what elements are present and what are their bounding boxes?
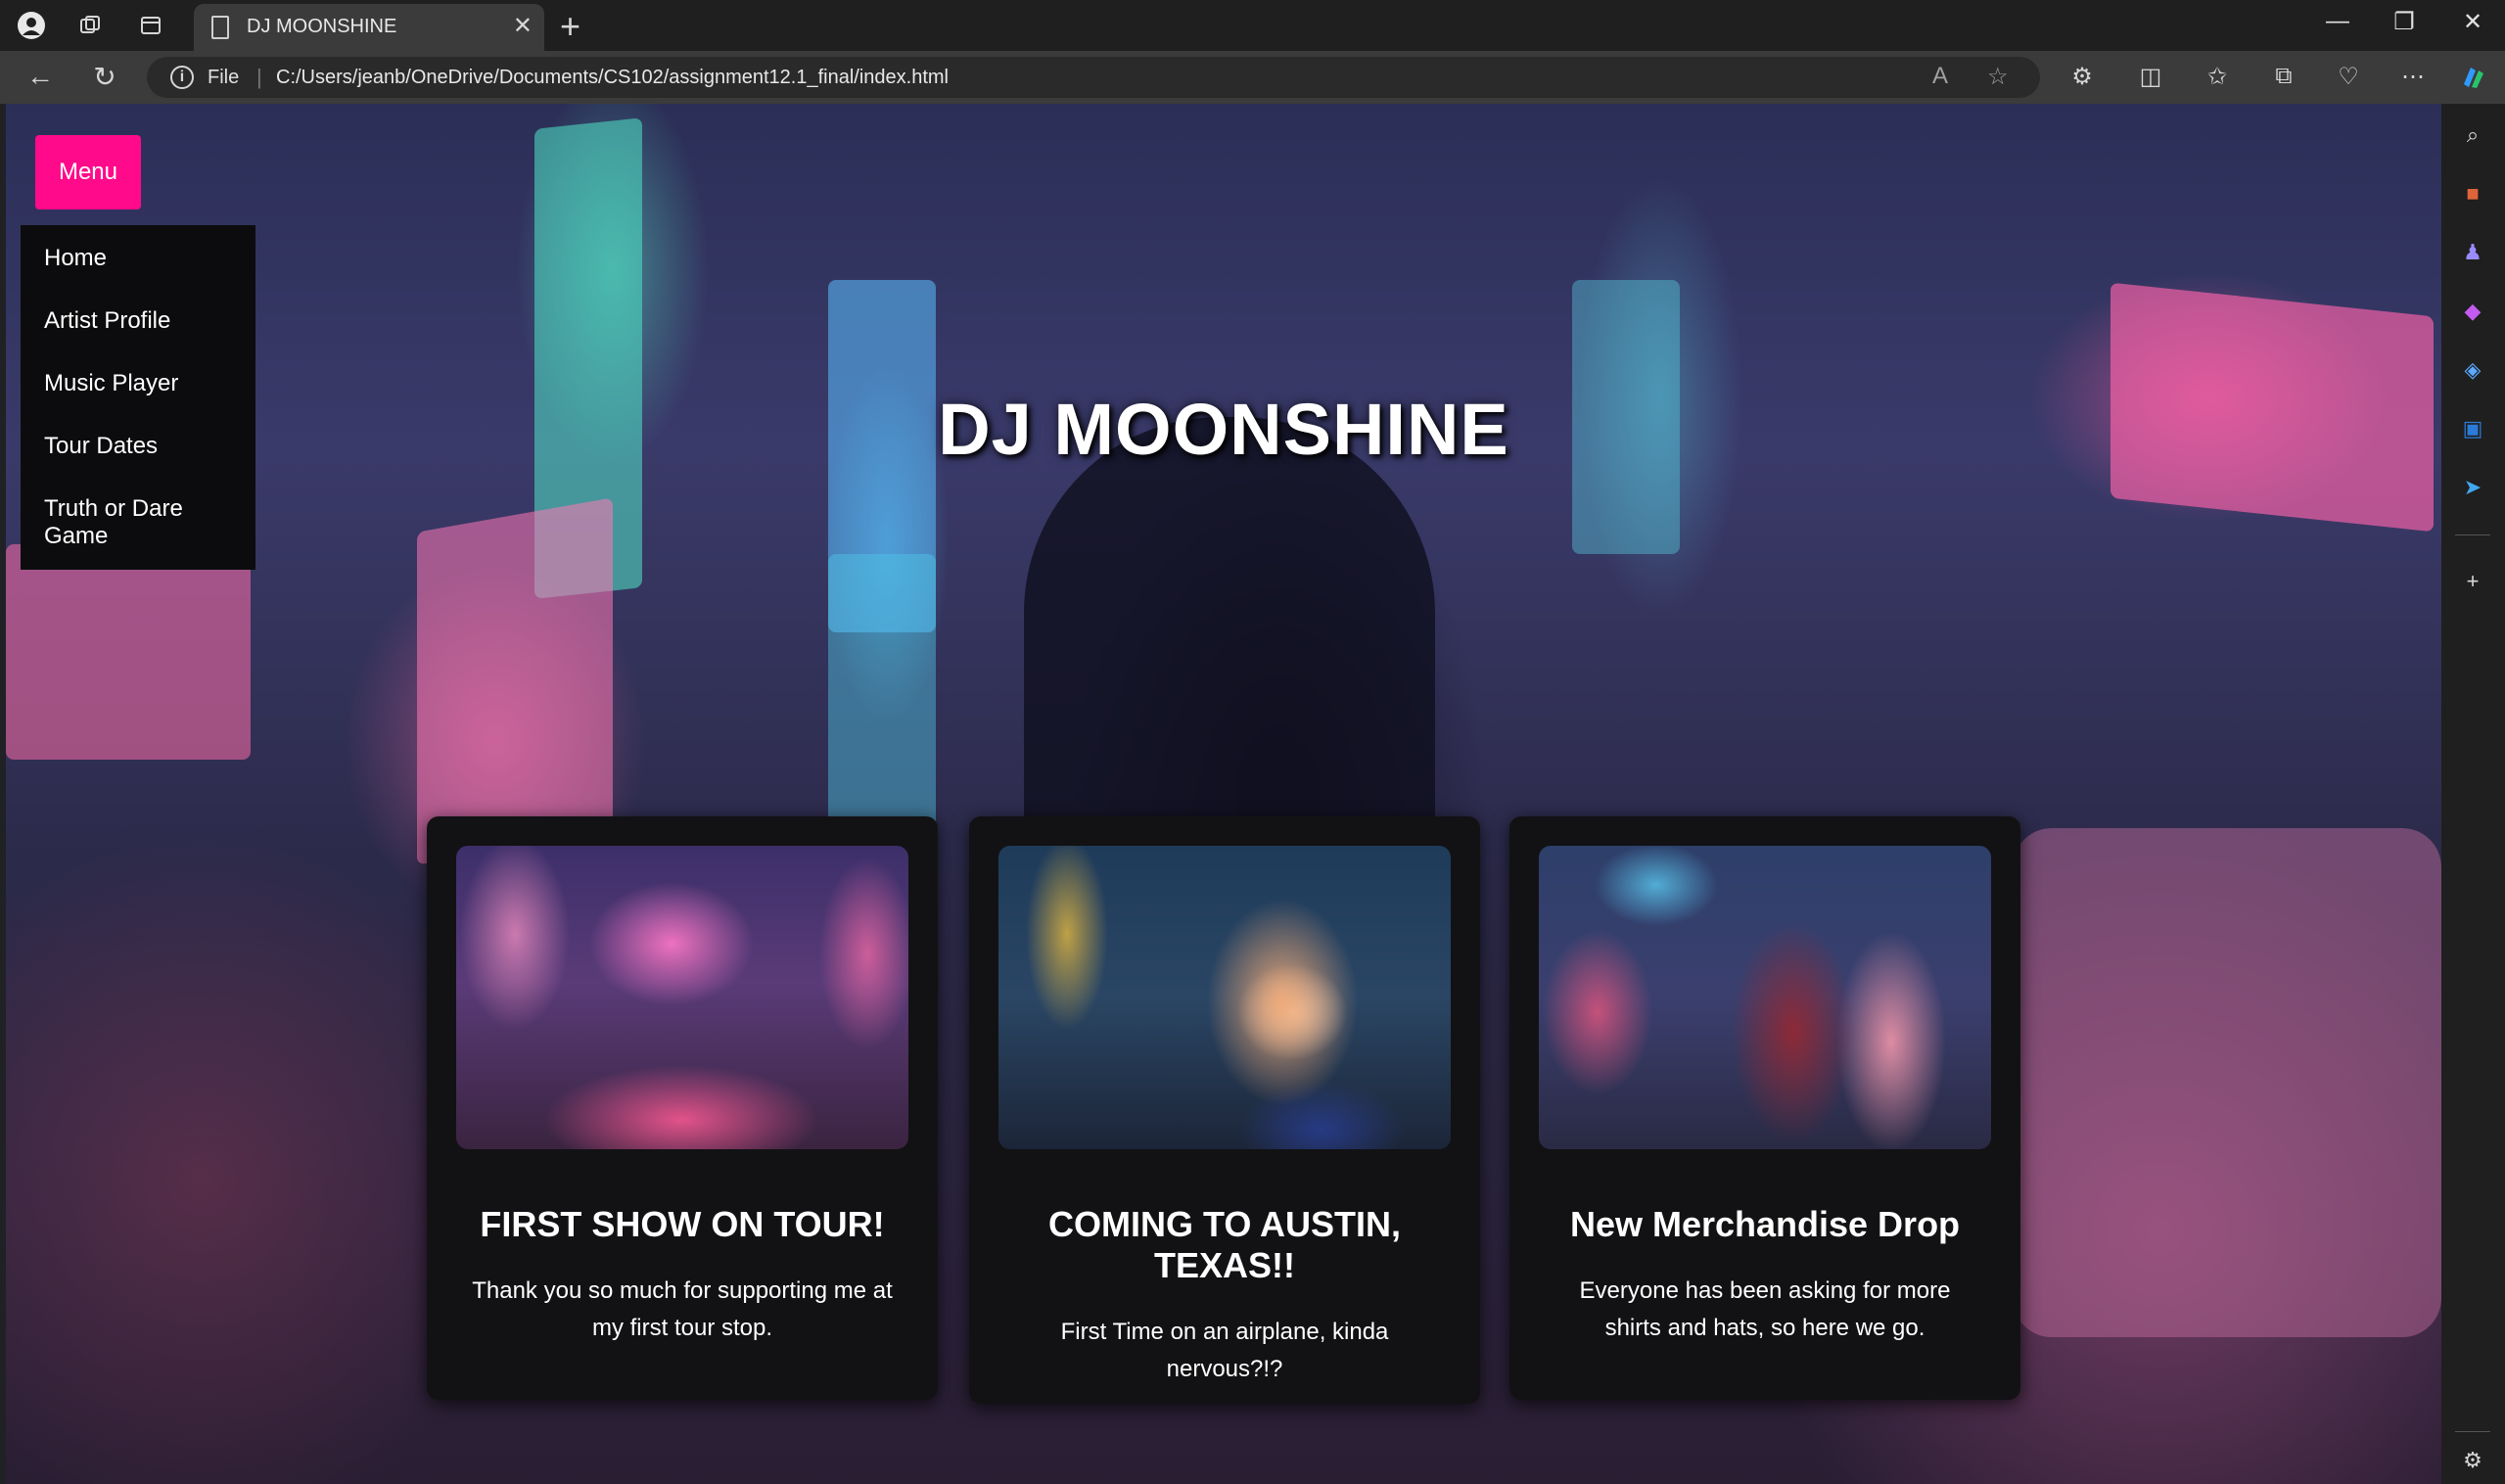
- news-card: New Merchandise Drop Everyone has been a…: [1509, 816, 2020, 1400]
- card-text: First Time on an airplane, kinda nervous…: [1060, 1319, 1389, 1382]
- tools-icon[interactable]: ■: [2457, 178, 2488, 209]
- read-aloud-icon[interactable]: A: [1932, 63, 1948, 90]
- document-icon: [211, 16, 229, 39]
- address-toolbar: ← ↻ i File | C:/Users/jeanb/OneDrive/Doc…: [0, 51, 2505, 104]
- card-image: [998, 846, 1451, 1149]
- site-info-icon[interactable]: i: [170, 66, 194, 89]
- sidebar-divider-bottom: [2455, 1431, 2490, 1432]
- vertical-tabs-icon[interactable]: [135, 10, 166, 41]
- browser-tab-strip: DJ MOONSHINE ✕ + — ❐ ✕: [0, 0, 2505, 51]
- nav-item-artist-profile[interactable]: Artist Profile: [44, 307, 240, 335]
- browser-essentials-icon[interactable]: ♡: [2332, 63, 2365, 91]
- background-art: [6, 544, 251, 760]
- menu-button[interactable]: Menu: [35, 135, 141, 209]
- background-art: [2013, 828, 2441, 1337]
- nav-item-home[interactable]: Home: [44, 245, 240, 272]
- nav-item-truth-or-dare[interactable]: Truth or Dare Game: [44, 495, 240, 550]
- close-tab-icon[interactable]: ✕: [513, 12, 533, 40]
- restore-icon[interactable]: ❐: [2385, 8, 2424, 36]
- address-bar[interactable]: i File | C:/Users/jeanb/OneDrive/Documen…: [147, 57, 2040, 98]
- hero-title: DJ MOONSHINE: [938, 389, 1509, 470]
- card-image: [456, 846, 908, 1149]
- page-viewport: Menu Home Artist Profile Music Player To…: [6, 104, 2441, 1484]
- active-tab[interactable]: DJ MOONSHINE ✕: [194, 4, 544, 51]
- tab-title: DJ MOONSHINE: [247, 16, 397, 37]
- news-card: COMING TO AUSTIN, TEXAS!! First Time on …: [969, 816, 1480, 1404]
- profile-icon[interactable]: [16, 10, 47, 41]
- close-window-icon[interactable]: ✕: [2453, 8, 2492, 36]
- sidebar-settings-icon[interactable]: ⚙: [2457, 1445, 2488, 1476]
- card-title: New Merchandise Drop: [1569, 1204, 1961, 1244]
- collections-icon[interactable]: ⧉: [2267, 63, 2300, 90]
- url-scheme: File: [208, 67, 240, 88]
- add-sidebar-icon[interactable]: +: [2457, 566, 2488, 597]
- extensions-icon[interactable]: ⚙: [2065, 63, 2099, 91]
- split-screen-icon[interactable]: ◫: [2134, 63, 2167, 91]
- refresh-icon[interactable]: ↻: [88, 61, 121, 93]
- workspaces-icon[interactable]: [74, 10, 106, 41]
- news-card: FIRST SHOW ON TOUR! Thank you so much fo…: [427, 816, 938, 1400]
- browser-sidebar: ⌕ ■ ♟ ◆ ◈ ▣ ➤ + ⚙: [2441, 104, 2505, 1484]
- background-art: [417, 497, 613, 865]
- minimize-icon[interactable]: —: [2318, 8, 2357, 35]
- sidebar-divider: [2455, 534, 2490, 535]
- outlook-icon[interactable]: ▣: [2457, 413, 2488, 444]
- more-options-icon[interactable]: ⋯: [2396, 63, 2430, 91]
- card-image: [1539, 846, 1991, 1149]
- search-icon[interactable]: ⌕: [2457, 119, 2488, 151]
- url-separator: |: [256, 65, 262, 89]
- favorites-icon[interactable]: ✩: [2201, 63, 2234, 91]
- shopping-icon[interactable]: ◈: [2457, 354, 2488, 386]
- card-text: Everyone has been asking for more shirts…: [1579, 1277, 1951, 1341]
- card-title: FIRST SHOW ON TOUR!: [480, 1204, 885, 1244]
- card-title: COMING TO AUSTIN, TEXAS!!: [1048, 1204, 1401, 1285]
- card-text: Thank you so much for supporting me at m…: [472, 1277, 893, 1341]
- copilot-icon[interactable]: [2457, 63, 2490, 99]
- office-icon[interactable]: ◆: [2457, 296, 2488, 327]
- games-icon[interactable]: ♟: [2457, 237, 2488, 268]
- url-text[interactable]: C:/Users/jeanb/OneDrive/Documents/CS102/…: [276, 67, 949, 89]
- new-tab-icon[interactable]: +: [560, 6, 580, 47]
- send-icon[interactable]: ➤: [2457, 472, 2488, 503]
- back-icon[interactable]: ←: [23, 61, 57, 92]
- favorite-star-icon[interactable]: ☆: [1987, 63, 2009, 91]
